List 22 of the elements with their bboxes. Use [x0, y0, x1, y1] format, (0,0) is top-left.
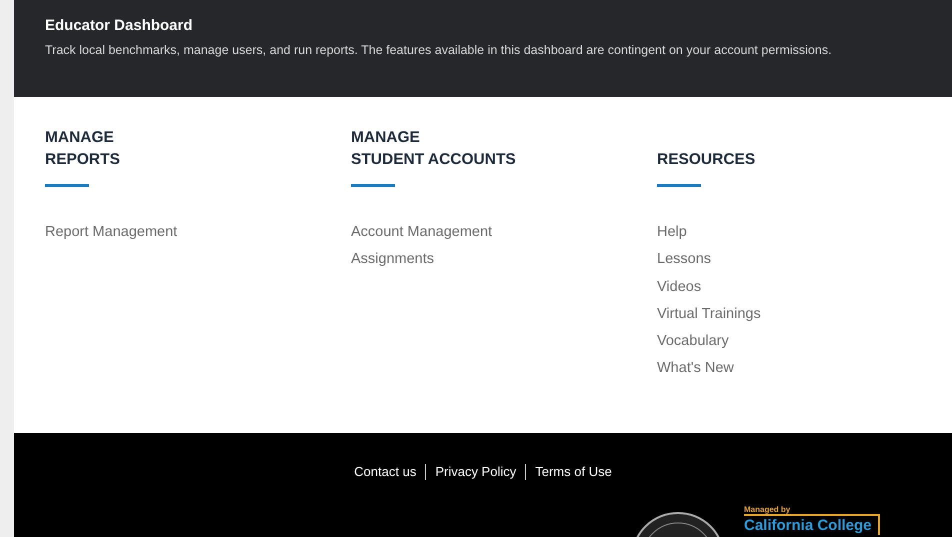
section-link[interactable]: Virtual Trainings: [657, 300, 761, 328]
dashboard-title: Educator Dashboard: [45, 17, 194, 34]
section-link[interactable]: Vocabulary: [657, 328, 729, 356]
dashboard-description: Track local benchmarks, manage users, and run reports. The features available in this dashboard are contingent on your account permissions.: [45, 42, 833, 59]
managed-by-label: Managed by: [744, 505, 792, 514]
section-link[interactable]: What's New: [657, 355, 734, 383]
section-link[interactable]: Lessons: [657, 246, 712, 274]
section-heading: RESOURCES: [657, 150, 756, 170]
organization-logo: California College: [744, 514, 880, 535]
section-heading: MANAGE STUDENT ACCOUNTS: [351, 128, 517, 170]
section-link[interactable]: Help: [657, 219, 687, 246]
footer-link[interactable]: Terms of Use: [525, 464, 621, 480]
section-heading: MANAGE REPORTS: [45, 128, 121, 170]
section-link[interactable]: Assignments: [351, 246, 434, 274]
section-link[interactable]: Videos: [657, 274, 702, 301]
heading-underline: [45, 184, 89, 187]
footer-link[interactable]: Contact us: [345, 464, 426, 480]
heading-underline: [351, 184, 395, 187]
footer-link[interactable]: Privacy Policy: [425, 464, 526, 480]
heading-underline: [657, 184, 701, 187]
section-link[interactable]: Account Management: [351, 219, 492, 246]
section-link[interactable]: Report Management: [45, 219, 178, 246]
